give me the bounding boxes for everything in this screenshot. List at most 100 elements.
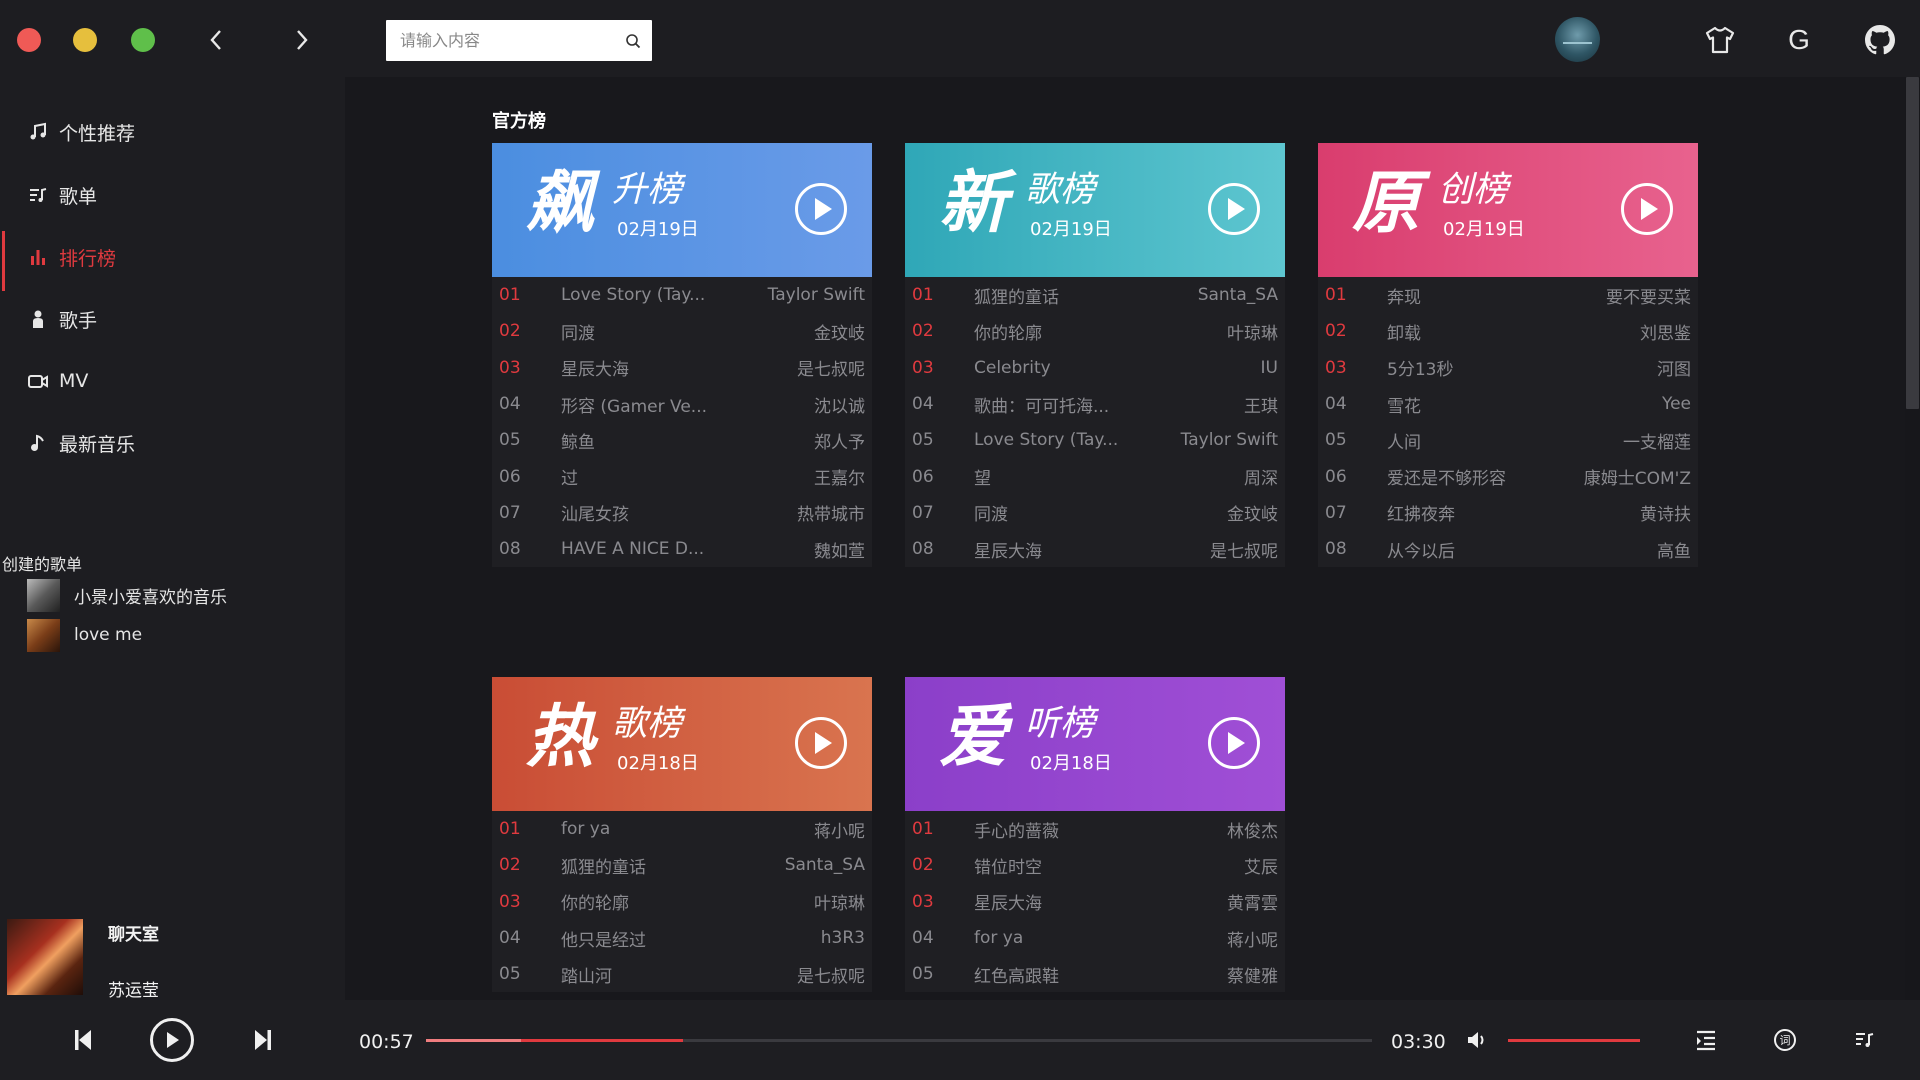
- chart-big-char: 原: [1352, 163, 1421, 243]
- now-playing-cover[interactable]: [7, 919, 83, 995]
- song-rank: 03: [499, 891, 521, 912]
- play-chart-button[interactable]: [1208, 183, 1260, 235]
- github-button[interactable]: [1860, 20, 1900, 60]
- song-rank: 01: [499, 819, 521, 840]
- song-row[interactable]: 06 爱还是不够形容 康姆士COM'Z: [1318, 458, 1698, 494]
- back-button[interactable]: [200, 24, 232, 56]
- progress-bar[interactable]: [426, 1039, 1372, 1042]
- song-title: HAVE A NICE D...: [561, 539, 705, 560]
- song-rank: 04: [1325, 394, 1347, 415]
- play-mode-button[interactable]: [1848, 1024, 1882, 1056]
- song-row[interactable]: 05 人间 一支榴莲: [1318, 422, 1698, 458]
- song-row[interactable]: 01 奔现 要不要买菜: [1318, 277, 1698, 313]
- song-rank: 02: [912, 321, 934, 342]
- sidebar-item-label: MV: [59, 370, 89, 392]
- song-row[interactable]: 01 Love Story (Tay... Taylor Swift: [492, 277, 872, 313]
- forward-button[interactable]: [286, 24, 318, 56]
- chart-card: 飙升榜 02月19日 01 Love Story (Tay... Taylor Swif…: [492, 143, 872, 568]
- song-row[interactable]: 06 过 王嘉尔: [492, 458, 872, 494]
- song-row[interactable]: 02 狐狸的童话 Santa_SA: [492, 847, 872, 883]
- play-chart-button[interactable]: [1621, 183, 1673, 235]
- skin-theme-button[interactable]: [1700, 20, 1740, 60]
- playlist-item[interactable]: love me: [27, 618, 142, 652]
- sidebar-item-mv[interactable]: MV: [0, 355, 345, 407]
- playlist-queue-button[interactable]: [1689, 1024, 1723, 1056]
- lyrics-button[interactable]: 词: [1768, 1024, 1802, 1056]
- sidebar-item-singers[interactable]: 歌手: [0, 293, 345, 345]
- person-icon: [27, 308, 49, 330]
- volume-slider[interactable]: [1508, 1039, 1640, 1042]
- song-row[interactable]: 03 星辰大海 是七叔呢: [492, 350, 872, 386]
- song-row[interactable]: 04 形容 (Gamer Ve... 沈以诚: [492, 386, 872, 422]
- sidebar-item-new-music[interactable]: 最新音乐: [0, 417, 345, 469]
- playlist-item[interactable]: 小景小爱喜欢的音乐: [27, 578, 227, 612]
- song-row[interactable]: 03 5分13秒 河图: [1318, 350, 1698, 386]
- song-row[interactable]: 02 同渡 金玟岐: [492, 313, 872, 349]
- volume-button[interactable]: [1462, 1027, 1492, 1053]
- song-title: Love Story (Tay...: [974, 430, 1119, 451]
- song-row[interactable]: 01 狐狸的童话 Santa_SA: [905, 277, 1285, 313]
- chart-banner[interactable]: 原创榜 02月19日: [1318, 143, 1698, 277]
- song-row[interactable]: 02 卸载 刘思鉴: [1318, 313, 1698, 349]
- song-artist: h3R3: [820, 928, 865, 949]
- song-row[interactable]: 07 同渡 金玟岐: [905, 495, 1285, 531]
- song-artist: 是七叔呢: [797, 360, 865, 381]
- song-row[interactable]: 05 Love Story (Tay... Taylor Swift: [905, 422, 1285, 458]
- song-row[interactable]: 02 你的轮廓 叶琼琳: [905, 313, 1285, 349]
- chart-banner[interactable]: 新歌榜 02月19日: [905, 143, 1285, 277]
- song-rank: 02: [499, 321, 521, 342]
- search-icon[interactable]: [624, 32, 642, 50]
- chart-banner[interactable]: 热歌榜 02月18日: [492, 677, 872, 811]
- play-chart-button[interactable]: [1208, 717, 1260, 769]
- song-rank: 03: [499, 357, 521, 378]
- song-row[interactable]: 03 星辰大海 黄霄雲: [905, 884, 1285, 920]
- song-row[interactable]: 04 歌曲：可可托海... 王琪: [905, 386, 1285, 422]
- song-artist: 金玟岐: [1227, 505, 1278, 526]
- song-row[interactable]: 02 错位时空 艾辰: [905, 847, 1285, 883]
- progress-played: [426, 1039, 521, 1042]
- song-row[interactable]: 05 踏山河 是七叔呢: [492, 956, 872, 992]
- minimize-window-button[interactable]: [73, 28, 97, 52]
- song-row[interactable]: 06 望 周深: [905, 458, 1285, 494]
- chart-banner[interactable]: 爱听榜 02月18日: [905, 677, 1285, 811]
- next-track-button[interactable]: [248, 1024, 278, 1056]
- play-button[interactable]: [150, 1018, 194, 1062]
- maximize-window-button[interactable]: [131, 28, 155, 52]
- play-chart-button[interactable]: [795, 717, 847, 769]
- song-row[interactable]: 05 鲸鱼 郑人予: [492, 422, 872, 458]
- tshirt-icon: [1705, 26, 1735, 54]
- song-row[interactable]: 03 你的轮廓 叶琼琳: [492, 884, 872, 920]
- song-row[interactable]: 05 红色高跟鞋 蔡健雅: [905, 956, 1285, 992]
- close-window-button[interactable]: [17, 28, 41, 52]
- previous-track-button[interactable]: [68, 1024, 98, 1056]
- scrollbar-thumb[interactable]: [1906, 77, 1919, 409]
- song-row[interactable]: 03 Celebrity IU: [905, 350, 1285, 386]
- song-row[interactable]: 04 他只是经过 h3R3: [492, 920, 872, 956]
- song-row[interactable]: 04 for ya 蒋小呢: [905, 920, 1285, 956]
- song-row[interactable]: 01 for ya 蒋小呢: [492, 811, 872, 847]
- song-row[interactable]: 08 星辰大海 是七叔呢: [905, 531, 1285, 567]
- song-title: 红色高跟鞋: [974, 966, 1059, 987]
- song-row[interactable]: 08 从今以后 高鱼: [1318, 531, 1698, 567]
- song-title: 过: [561, 469, 578, 490]
- title-bar: G: [0, 0, 1920, 77]
- chart-card: 爱听榜 02月18日 01 手心的蔷薇 林俊杰 02 错位时空 艾辰 03 星辰大海 黄霄雲 04 fo…: [905, 677, 1285, 993]
- sidebar-item-playlists[interactable]: 歌单: [0, 169, 345, 221]
- g-button[interactable]: G: [1779, 20, 1819, 60]
- song-title: 手心的蔷薇: [974, 821, 1059, 842]
- song-row[interactable]: 07 红拂夜奔 黄诗扶: [1318, 495, 1698, 531]
- song-rank: 03: [1325, 357, 1347, 378]
- song-row[interactable]: 07 汕尾女孩 热带城市: [492, 495, 872, 531]
- user-avatar[interactable]: [1555, 17, 1600, 62]
- song-row[interactable]: 08 HAVE A NICE D... 魏如萱: [492, 531, 872, 567]
- chart-banner[interactable]: 飙升榜 02月19日: [492, 143, 872, 277]
- sidebar-item-charts[interactable]: 排行榜: [0, 231, 345, 291]
- play-chart-button[interactable]: [795, 183, 847, 235]
- search-input[interactable]: [400, 31, 624, 50]
- sidebar-item-recommend[interactable]: 个性推荐: [0, 106, 345, 158]
- song-artist: 康姆士COM'Z: [1583, 469, 1691, 490]
- skip-previous-icon: [75, 1030, 91, 1050]
- song-row[interactable]: 01 手心的蔷薇 林俊杰: [905, 811, 1285, 847]
- song-row[interactable]: 04 雪花 Yee: [1318, 386, 1698, 422]
- chart-date: 02月18日: [1030, 753, 1112, 774]
